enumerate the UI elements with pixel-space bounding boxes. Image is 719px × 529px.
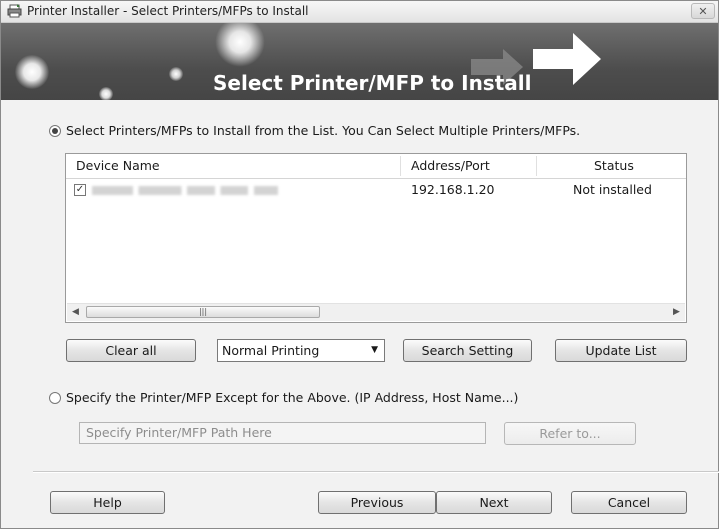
device-checkbox[interactable]: ✓	[74, 184, 86, 196]
search-setting-button[interactable]: Search Setting	[403, 339, 532, 362]
table-row[interactable]: ✓ 192.168.1.20 Not installed	[66, 179, 686, 201]
column-header-address-port[interactable]: Address/Port	[411, 154, 490, 178]
select-from-list-label: Select Printers/MFPs to Install from the…	[66, 123, 581, 138]
scroll-left-icon[interactable]: ◀	[67, 304, 84, 321]
decorative-orb-icon	[15, 55, 49, 89]
printing-mode-dropdown[interactable]: Normal Printing ▼	[217, 339, 385, 362]
footer-divider	[33, 471, 719, 473]
next-button[interactable]: Next	[436, 491, 552, 514]
decorative-orb-icon	[215, 23, 265, 67]
close-button[interactable]: ✕	[691, 3, 715, 19]
banner-heading: Select Printer/MFP to Install	[213, 71, 532, 95]
cancel-button[interactable]: Cancel	[571, 491, 687, 514]
column-header-status[interactable]: Status	[594, 154, 634, 178]
device-status: Not installed	[573, 182, 652, 197]
specify-printer-label: Specify the Printer/MFP Except for the A…	[66, 390, 519, 405]
device-address: 192.168.1.20	[411, 182, 495, 197]
decorative-orb-icon	[169, 67, 183, 81]
device-name-redacted	[92, 186, 278, 195]
printing-mode-value: Normal Printing	[222, 343, 320, 358]
header-banner: Select Printer/MFP to Install	[1, 23, 718, 100]
column-header-device-name[interactable]: Device Name	[76, 154, 160, 178]
select-from-list-option[interactable]: Select Printers/MFPs to Install from the…	[49, 123, 580, 138]
horizontal-scrollbar[interactable]: ◀ ||| ▶	[67, 303, 685, 321]
specify-printer-radio[interactable]	[49, 392, 61, 404]
specify-printer-option[interactable]: Specify the Printer/MFP Except for the A…	[49, 390, 518, 405]
update-list-button[interactable]: Update List	[555, 339, 687, 362]
window-title: Printer Installer - Select Printers/MFPs…	[27, 4, 309, 18]
decorative-orb-icon	[99, 87, 113, 100]
chevron-down-icon[interactable]: ▼	[371, 340, 378, 361]
printer-installer-icon	[7, 4, 22, 18]
title-bar: Printer Installer - Select Printers/MFPs…	[1, 1, 718, 23]
device-list-header: Device Name Address/Port Status	[66, 154, 686, 179]
scroll-right-icon[interactable]: ▶	[668, 304, 685, 321]
previous-button[interactable]: Previous	[318, 491, 436, 514]
clear-all-button[interactable]: Clear all	[66, 339, 196, 362]
refer-to-button[interactable]: Refer to...	[504, 422, 636, 445]
device-list[interactable]: Device Name Address/Port Status ✓ 192.16…	[65, 153, 687, 323]
help-button[interactable]: Help	[50, 491, 165, 514]
printer-path-input[interactable]: Specify Printer/MFP Path Here	[79, 422, 486, 444]
printer-installer-window: Printer Installer - Select Printers/MFPs…	[0, 0, 719, 529]
select-from-list-radio[interactable]	[49, 125, 61, 137]
scroll-thumb[interactable]: |||	[86, 306, 320, 318]
